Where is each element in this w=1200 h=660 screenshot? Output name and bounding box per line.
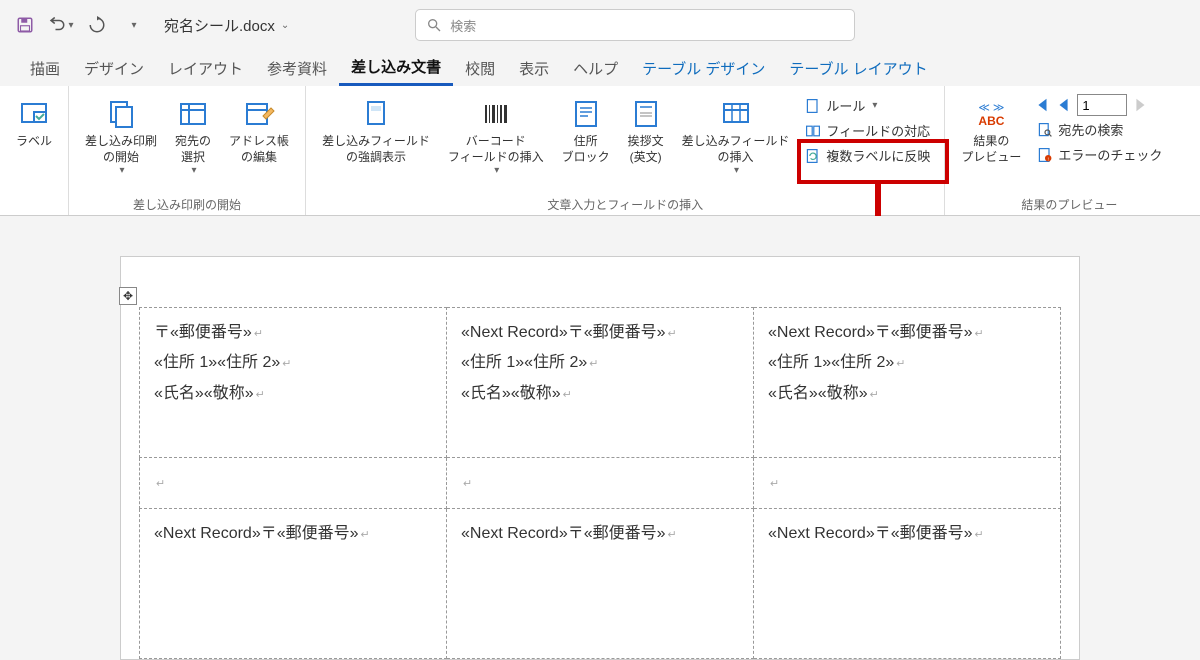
tab-layout[interactable]: レイアウト: [156, 52, 255, 85]
search-input[interactable]: 検索: [415, 9, 855, 41]
barcode-button[interactable]: バーコード フィールドの挿入▾: [442, 92, 550, 180]
rules-icon: [805, 98, 821, 114]
document-area: ✥ 〒«郵便番号»↵ «住所 1»«住所 2»↵ «氏名»«敬称»↵ «Next…: [0, 216, 1200, 660]
insert-merge-field-button[interactable]: 差し込みフィールド の挿入▾: [676, 92, 796, 180]
tab-help[interactable]: ヘルプ: [561, 52, 630, 85]
label-cell[interactable]: «Next Record»〒«郵便番号»↵ «住所 1»«住所 2»↵ «氏名»…: [754, 308, 1061, 458]
start-mail-merge-button[interactable]: 差し込み印刷 の開始▾: [79, 92, 163, 180]
table-move-handle[interactable]: ✥: [119, 287, 137, 305]
ribbon-group-write: 差し込みフィールド の強調表示 バーコード フィールドの挿入▾ 住所 ブロック …: [306, 86, 945, 215]
label-icon: [18, 98, 50, 130]
tab-table-design[interactable]: テーブル デザイン: [630, 52, 777, 85]
label-cell[interactable]: «Next Record»〒«郵便番号»↵: [447, 509, 754, 659]
update-labels-button[interactable]: 複数ラベルに反映: [801, 144, 934, 167]
label-cell[interactable]: «Next Record»〒«郵便番号»↵: [140, 509, 447, 659]
label-cell[interactable]: «Next Record»〒«郵便番号»↵ «住所 1»«住所 2»↵ «氏名»…: [447, 308, 754, 458]
tab-table-layout[interactable]: テーブル レイアウト: [777, 52, 939, 85]
page[interactable]: ✥ 〒«郵便番号»↵ «住所 1»«住所 2»↵ «氏名»«敬称»↵ «Next…: [120, 256, 1080, 660]
rules-button[interactable]: ルール▾: [801, 94, 934, 117]
address-icon: [570, 98, 602, 130]
label-table: 〒«郵便番号»↵ «住所 1»«住所 2»↵ «氏名»«敬称»↵ «Next R…: [139, 307, 1061, 659]
preview-results-button[interactable]: ≪ ≫ ABC 結果の プレビュー: [955, 92, 1027, 169]
chevron-down-icon: ⌄: [281, 20, 289, 31]
edit-list-icon: [243, 98, 275, 130]
edit-recipients-button[interactable]: アドレス帳 の編集: [223, 92, 295, 169]
tab-draw[interactable]: 描画: [18, 52, 72, 85]
search-icon: [426, 17, 442, 33]
label-cell[interactable]: 〒«郵便番号»↵ «住所 1»«住所 2»↵ «氏名»«敬称»↵: [140, 308, 447, 458]
match-fields-button[interactable]: フィールドの対応: [801, 119, 934, 142]
error-check-icon: !: [1037, 147, 1053, 163]
highlight-fields-button[interactable]: 差し込みフィールド の強調表示: [316, 92, 436, 169]
highlight-icon: [360, 98, 392, 130]
search-doc-icon: [1037, 122, 1053, 138]
recipients-icon: [177, 98, 209, 130]
chevron-down-icon: ▾: [131, 20, 136, 31]
ribbon-group-preview: ≪ ≫ ABC 結果の プレビュー 宛先の検索 ! エラー: [945, 86, 1193, 215]
update-labels-icon: [805, 148, 821, 164]
ribbon-tabs: 描画 デザイン レイアウト 参考資料 差し込み文書 校閲 表示 ヘルプ テーブル…: [0, 50, 1200, 86]
save-icon: [16, 16, 34, 34]
tab-view[interactable]: 表示: [507, 52, 561, 85]
search-placeholder: 検索: [450, 16, 476, 35]
ribbon-group-create: ラベル: [0, 86, 69, 215]
insert-field-icon: [720, 98, 752, 130]
labels-button[interactable]: ラベル: [10, 92, 58, 154]
redo-button[interactable]: [82, 10, 112, 40]
label-cell[interactable]: ↵: [447, 458, 754, 509]
svg-text:!: !: [1048, 156, 1049, 162]
tab-mailings[interactable]: 差し込み文書: [339, 50, 453, 86]
label-cell[interactable]: «Next Record»〒«郵便番号»↵: [754, 509, 1061, 659]
document-title[interactable]: 宛名シール.docx ⌄: [164, 15, 289, 36]
greeting-line-button[interactable]: 挨拶文 (英文): [622, 92, 670, 169]
match-icon: [805, 123, 821, 139]
tab-design[interactable]: デザイン: [72, 52, 156, 85]
redo-icon: [88, 16, 106, 34]
greeting-icon: [630, 98, 662, 130]
prev-record-icon[interactable]: [1055, 96, 1073, 114]
group-label-preview: 結果のプレビュー: [955, 194, 1183, 213]
save-button[interactable]: [10, 10, 40, 40]
check-errors-button[interactable]: ! エラーのチェック: [1033, 143, 1183, 166]
documents-icon: [105, 98, 137, 130]
next-record-icon[interactable]: [1131, 96, 1149, 114]
address-block-button[interactable]: 住所 ブロック: [556, 92, 616, 169]
group-label-start: 差し込み印刷の開始: [79, 194, 295, 213]
label-cell[interactable]: ↵: [754, 458, 1061, 509]
group-label-write: 文章入力とフィールドの挿入: [316, 194, 934, 213]
barcode-icon: [480, 98, 512, 130]
select-recipients-button[interactable]: 宛先の 選択▾: [169, 92, 217, 180]
ribbon: ラベル 差し込み印刷 の開始▾ 宛先の 選択▾ アドレス帳 の編集 差し込み印刷…: [0, 86, 1200, 216]
tab-references[interactable]: 参考資料: [255, 52, 339, 85]
chevron-down-icon: ▾: [68, 20, 73, 31]
tab-review[interactable]: 校閲: [453, 52, 507, 85]
find-recipient-button[interactable]: 宛先の検索: [1033, 118, 1183, 141]
undo-icon: [48, 16, 66, 34]
first-record-icon[interactable]: [1033, 96, 1051, 114]
titlebar: ▾ ▾ 宛名シール.docx ⌄ 検索: [0, 0, 1200, 50]
undo-button[interactable]: ▾: [46, 10, 76, 40]
record-number-input[interactable]: [1077, 94, 1127, 116]
customize-qat-button[interactable]: ▾: [118, 10, 148, 40]
ribbon-group-start: 差し込み印刷 の開始▾ 宛先の 選択▾ アドレス帳 の編集 差し込み印刷の開始: [69, 86, 306, 215]
label-cell[interactable]: ↵: [140, 458, 447, 509]
